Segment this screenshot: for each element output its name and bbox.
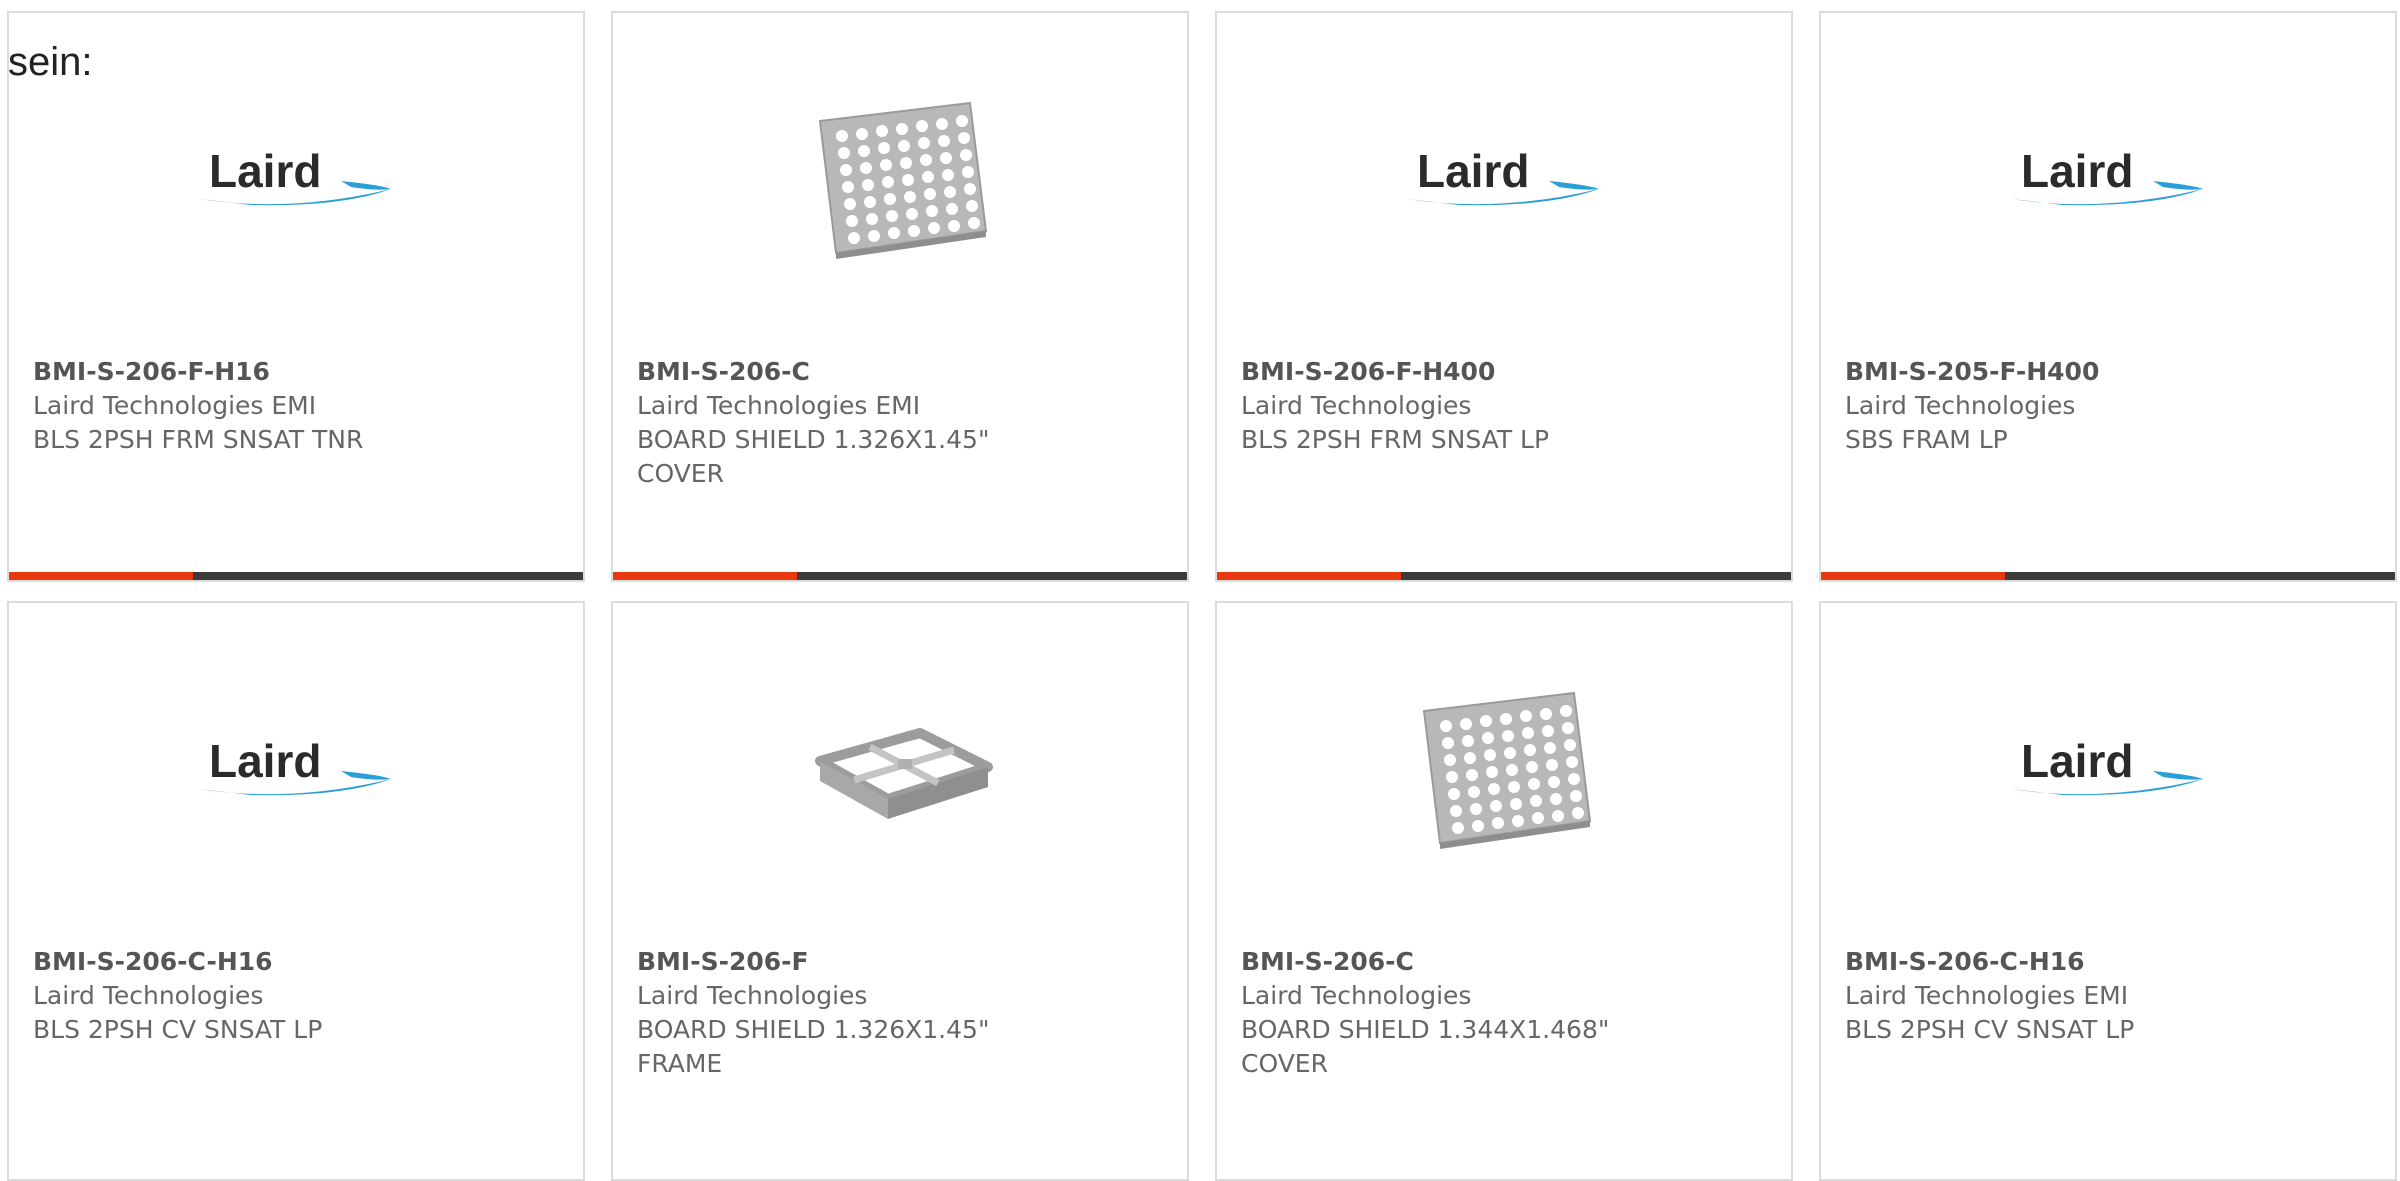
description: BLS 2PSH FRM SNSAT LP [1241, 425, 1550, 454]
part-number[interactable]: BMI-S-206-C-H16 [1845, 945, 2375, 979]
manufacturer: Laird Technologies EMI [1845, 981, 2129, 1010]
laird-logo: Laird [9, 671, 583, 871]
card-accent-bar [613, 572, 797, 580]
product-card[interactable]: Laird BMI-S-206-F-H400 Laird Technologie… [1215, 11, 1793, 582]
manufacturer: Laird Technologies EMI [33, 391, 317, 420]
part-number[interactable]: BMI-S-206-F-H16 [33, 355, 563, 389]
product-card[interactable]: Laird BMI-S-206-F-H16 Laird Technologies… [7, 11, 585, 582]
description: BLS 2PSH FRM SNSAT TNR [33, 425, 364, 454]
part-number[interactable]: BMI-S-206-C-H16 [33, 945, 563, 979]
card-accent-bar [1821, 572, 2005, 580]
part-number[interactable]: BMI-S-206-F-H400 [1241, 355, 1771, 389]
description: BLS 2PSH CV SNSAT LP [33, 1015, 323, 1044]
laird-logo-text: Laird [209, 145, 321, 197]
manufacturer: Laird Technologies [1241, 391, 1472, 420]
product-grid: Laird BMI-S-206-F-H16 Laird Technologies… [0, 0, 2400, 1181]
part-number[interactable]: BMI-S-205-F-H400 [1845, 355, 2375, 389]
laird-logo: Laird [1821, 671, 2395, 871]
laird-logo: Laird [9, 81, 583, 281]
product-card[interactable]: BMI-S-206-F Laird Technologies BOARD SHI… [611, 601, 1189, 1181]
shield-frame-photo [613, 671, 1187, 871]
card-accent-bar [1217, 572, 1401, 580]
laird-logo-text: Laird [1417, 145, 1529, 197]
perforated-cover-photo [1217, 671, 1791, 871]
description: BOARD SHIELD 1.344X1.468" COVER [1241, 1015, 1610, 1078]
description: BOARD SHIELD 1.326X1.45" COVER [637, 425, 990, 488]
product-card[interactable]: BMI-S-206-C Laird Technologies EMI BOARD… [611, 11, 1189, 582]
manufacturer: Laird Technologies [1845, 391, 2076, 420]
laird-logo: Laird [1217, 81, 1791, 281]
part-number[interactable]: BMI-S-206-C [1241, 945, 1771, 979]
manufacturer: Laird Technologies [637, 981, 868, 1010]
manufacturer: Laird Technologies EMI [637, 391, 921, 420]
card-bottom-bar [1821, 572, 2395, 580]
card-bottom-bar [1217, 572, 1791, 580]
manufacturer: Laird Technologies [33, 981, 264, 1010]
product-card[interactable]: Laird BMI-S-206-C-H16 Laird Technologies… [7, 601, 585, 1181]
perforated-cover-photo [613, 81, 1187, 281]
description: SBS FRAM LP [1845, 425, 2008, 454]
laird-logo-text: Laird [209, 735, 321, 787]
description: BOARD SHIELD 1.326X1.45" FRAME [637, 1015, 990, 1078]
part-number[interactable]: BMI-S-206-C [637, 355, 1167, 389]
card-bottom-bar [9, 572, 583, 580]
laird-logo-text: Laird [2021, 145, 2133, 197]
intro-text: sein: [8, 40, 93, 84]
laird-logo: Laird [1821, 81, 2395, 281]
product-card[interactable]: Laird BMI-S-206-C-H16 Laird Technologies… [1819, 601, 2397, 1181]
part-number[interactable]: BMI-S-206-F [637, 945, 1167, 979]
description: BLS 2PSH CV SNSAT LP [1845, 1015, 2135, 1044]
laird-logo-text: Laird [2021, 735, 2133, 787]
product-card[interactable]: Laird BMI-S-205-F-H400 Laird Technologie… [1819, 11, 2397, 582]
card-bottom-bar [613, 572, 1187, 580]
card-accent-bar [9, 572, 193, 580]
manufacturer: Laird Technologies [1241, 981, 1472, 1010]
product-card[interactable]: BMI-S-206-C Laird Technologies BOARD SHI… [1215, 601, 1793, 1181]
